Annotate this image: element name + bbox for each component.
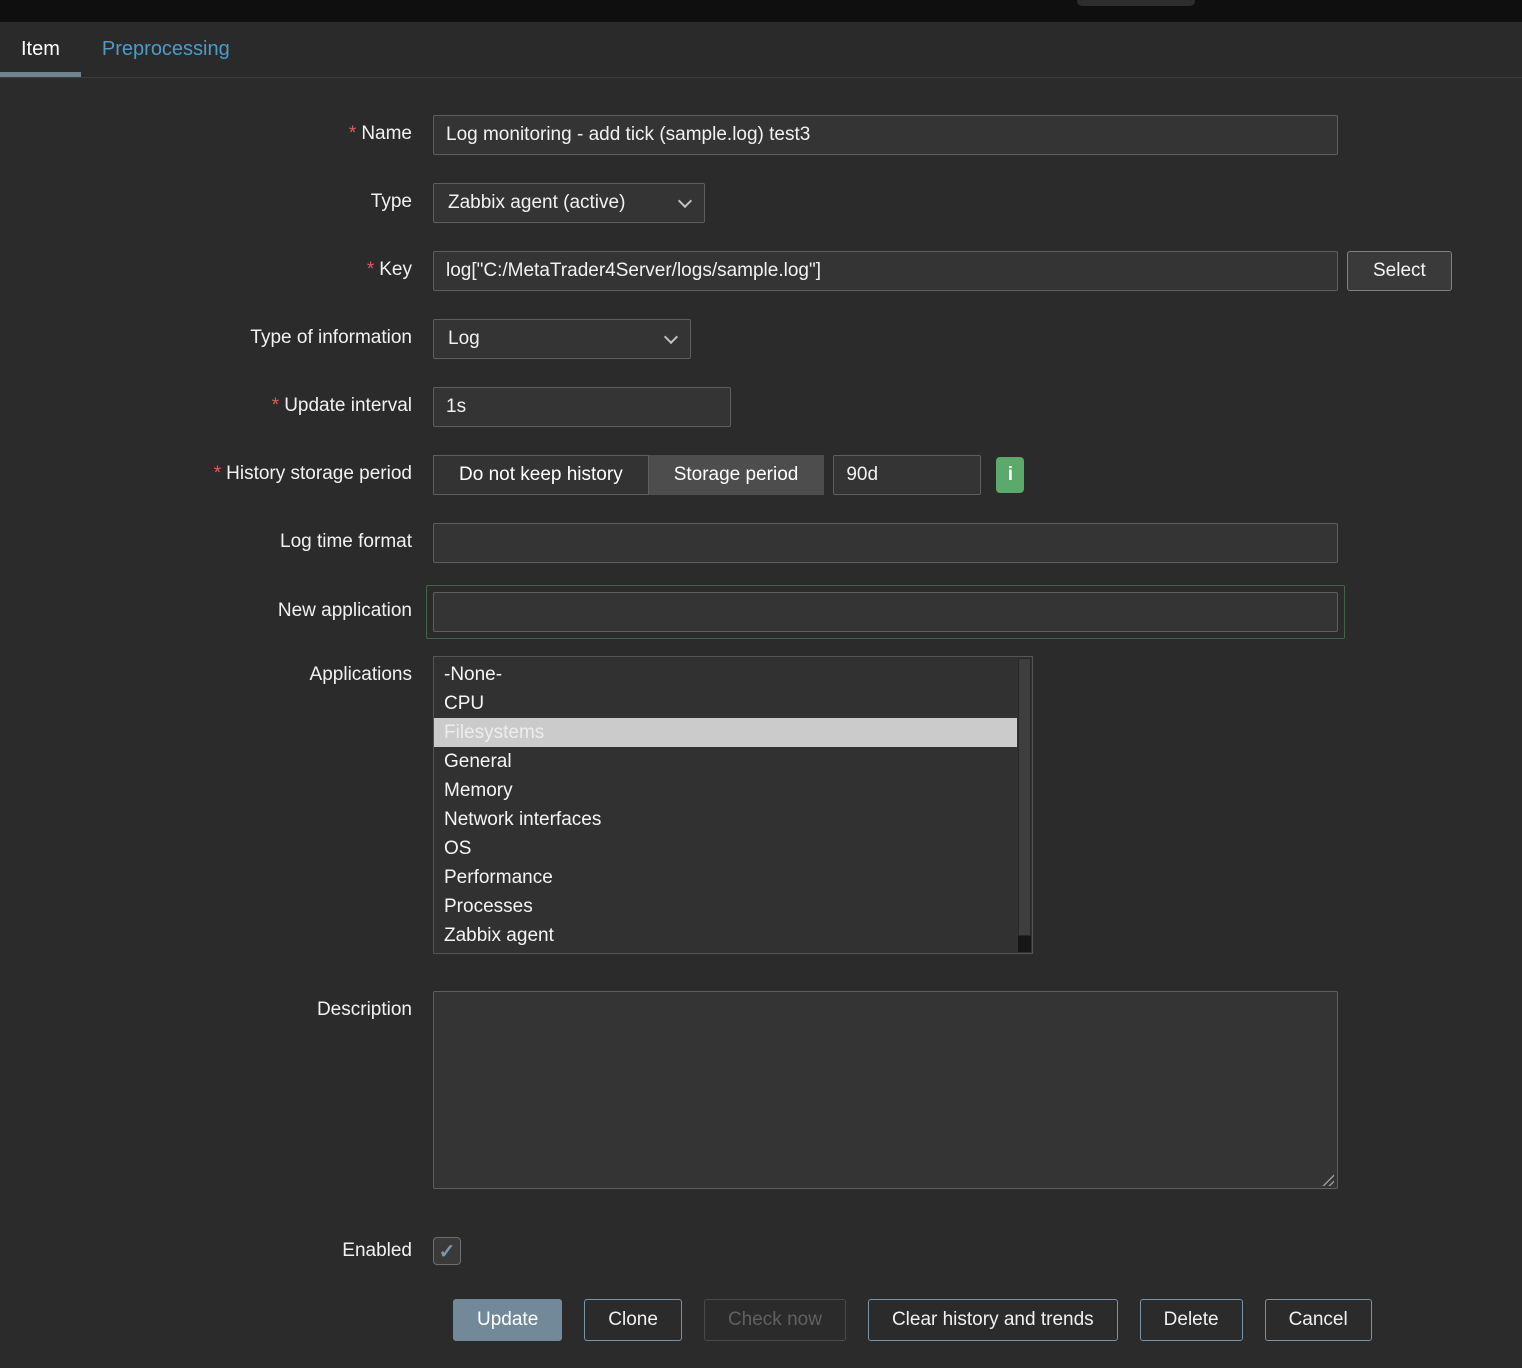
required-marker: * [349, 123, 356, 144]
clone-button[interactable]: Clone [584, 1299, 682, 1341]
log-time-format-input[interactable] [433, 523, 1338, 563]
type-of-information-row: Type of information Log [0, 319, 1522, 359]
required-marker: * [272, 395, 279, 416]
history-storage-period-input[interactable] [833, 455, 981, 495]
application-option[interactable]: -None- [434, 660, 1017, 689]
type-label: Type [0, 183, 433, 213]
application-option[interactable]: OS [434, 834, 1017, 863]
update-interval-input[interactable] [433, 387, 731, 427]
application-option[interactable]: Network interfaces [434, 805, 1017, 834]
footer-buttons: Update Clone Check now Clear history and tr… [453, 1299, 1522, 1341]
applications-label: Applications [0, 656, 433, 686]
chevron-down-icon [664, 329, 678, 343]
history-mode-segmented-control: Do not keep history Storage period [433, 455, 824, 495]
clear-history-and-trends-button[interactable]: Clear history and trends [868, 1299, 1118, 1341]
new-application-label: New application [0, 585, 433, 622]
required-marker: * [214, 463, 221, 484]
resize-handle-icon[interactable] [1321, 1173, 1334, 1186]
applications-row: Applications -None-CPUFilesystemsGeneral… [0, 656, 1522, 954]
key-label: *Key [0, 251, 433, 281]
applications-options: -None-CPUFilesystemsGeneralMemoryNetwork… [434, 657, 1017, 950]
history-mode-option[interactable]: Storage period [649, 455, 825, 495]
new-application-focus-ring [426, 585, 1345, 639]
key-select-button[interactable]: Select [1347, 251, 1452, 291]
application-option[interactable]: Filesystems [434, 718, 1017, 747]
new-application-row: New application [0, 585, 1522, 639]
enabled-row: Enabled ✓ [0, 1237, 1522, 1265]
cancel-button[interactable]: Cancel [1265, 1299, 1372, 1341]
type-dropdown-value: Zabbix agent (active) [448, 192, 625, 214]
description-textarea[interactable] [433, 991, 1338, 1189]
application-option[interactable]: CPU [434, 689, 1017, 718]
type-of-information-label: Type of information [0, 319, 433, 349]
name-input[interactable] [433, 115, 1338, 155]
history-storage-period-label: *History storage period [0, 455, 433, 485]
type-dropdown[interactable]: Zabbix agent (active) [433, 183, 705, 223]
cropped-toolbar-button[interactable] [1077, 0, 1195, 6]
enabled-checkbox[interactable]: ✓ [433, 1237, 461, 1265]
key-input[interactable] [433, 251, 1338, 291]
required-marker: * [367, 259, 374, 280]
enabled-label: Enabled [0, 1237, 433, 1262]
tab-bar: Item Preprocessing [0, 22, 1522, 78]
type-of-information-dropdown[interactable]: Log [433, 319, 691, 359]
application-option[interactable]: General [434, 747, 1017, 776]
top-bar [0, 0, 1522, 22]
key-row: *Key Select [0, 251, 1522, 291]
type-row: Type Zabbix agent (active) [0, 183, 1522, 223]
update-interval-row: *Update interval [0, 387, 1522, 427]
name-row: *Name [0, 115, 1522, 155]
checkmark-icon: ✓ [439, 1239, 456, 1264]
log-time-format-row: Log time format [0, 523, 1522, 563]
tab-item[interactable]: Item [0, 22, 81, 77]
update-button[interactable]: Update [453, 1299, 562, 1341]
scrollbar[interactable] [1018, 658, 1031, 952]
type-of-information-value: Log [448, 328, 480, 350]
application-option[interactable]: Zabbix agent [434, 921, 1017, 950]
chevron-down-icon [678, 193, 692, 207]
history-storage-period-row: *History storage period Do not keep hist… [0, 455, 1522, 495]
name-label: *Name [0, 115, 433, 145]
check-now-button: Check now [704, 1299, 846, 1341]
scrollbar-thumb[interactable] [1018, 658, 1031, 936]
delete-button[interactable]: Delete [1140, 1299, 1243, 1341]
update-interval-label: *Update interval [0, 387, 433, 417]
application-option[interactable]: Processes [434, 892, 1017, 921]
description-label: Description [0, 991, 433, 1021]
description-row: Description [0, 991, 1522, 1194]
item-form: *Name Type Zabbix agent (active) *Key Se… [0, 78, 1522, 1341]
info-icon[interactable]: i [996, 457, 1024, 493]
history-mode-option[interactable]: Do not keep history [433, 455, 649, 495]
log-time-format-label: Log time format [0, 523, 433, 553]
tab-preprocessing[interactable]: Preprocessing [81, 22, 251, 77]
applications-select[interactable]: -None-CPUFilesystemsGeneralMemoryNetwork… [433, 656, 1033, 954]
application-option[interactable]: Performance [434, 863, 1017, 892]
new-application-input[interactable] [433, 592, 1338, 632]
application-option[interactable]: Memory [434, 776, 1017, 805]
